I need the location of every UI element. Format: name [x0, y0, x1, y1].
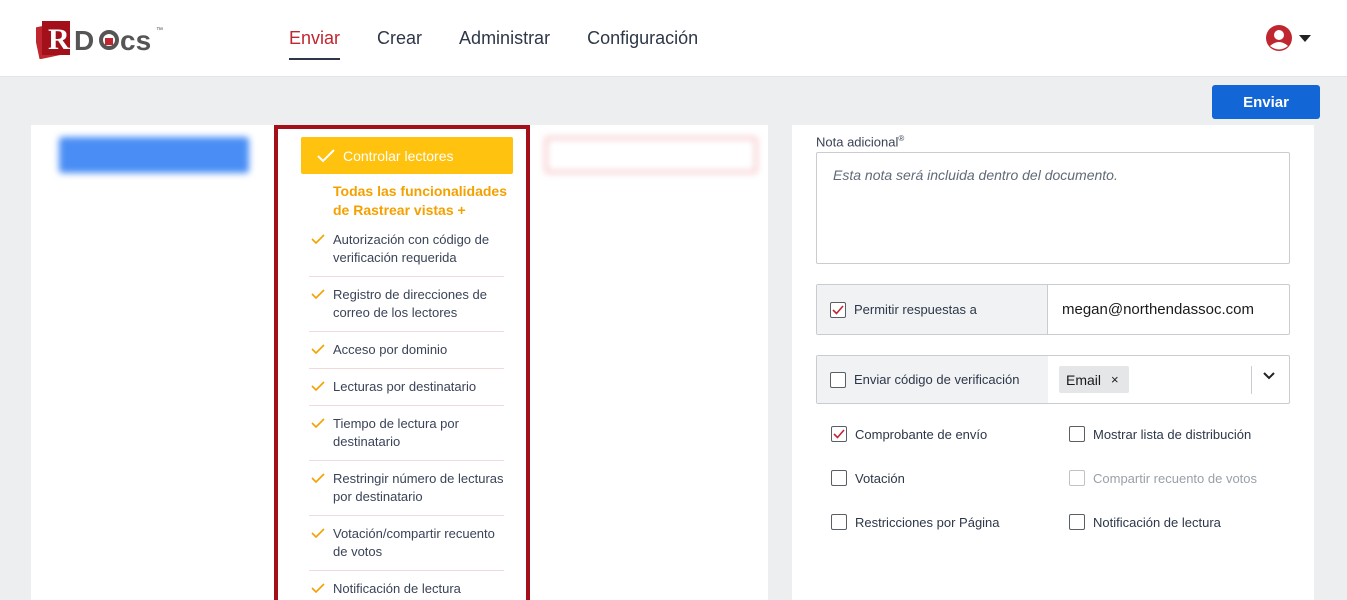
option-label: Mostrar lista de distribución	[1093, 426, 1252, 442]
compartir-recuento-checkbox	[1069, 470, 1085, 486]
check-icon	[311, 344, 325, 355]
top-navigation-bar: R D cs ™ Enviar Crear Administrar Config…	[0, 0, 1347, 77]
plan-left-feature	[59, 231, 249, 247]
reply-to-checkbox[interactable]	[830, 301, 846, 318]
feature-item: Tiempo de lectura por destinatario	[309, 406, 504, 461]
option-notificacion-lectura[interactable]: Notificación de lectura	[1069, 514, 1221, 530]
feature-item: Autorización con código de verificación …	[309, 222, 504, 277]
feature-item: Restringir número de lecturas por destin…	[309, 461, 504, 516]
feature-label: Tiempo de lectura por destinatario	[333, 416, 459, 449]
plan-right-header	[545, 137, 757, 173]
plan-left-header	[59, 137, 249, 173]
option-compartir-recuento: Compartir recuento de votos	[1069, 470, 1257, 486]
plan-left-feature	[59, 342, 249, 358]
feature-label: Lecturas por destinatario	[333, 379, 477, 394]
plan-subtitle: Todas las funcionalidades de Rastrear vi…	[333, 183, 508, 218]
note-label-text: Nota adicional	[816, 134, 899, 150]
svg-text:cs: cs	[120, 25, 151, 56]
check-icon	[311, 418, 325, 429]
dropdown-divider	[1251, 366, 1252, 394]
main-nav: Enviar Crear Administrar Configuración	[289, 28, 735, 60]
option-restricciones-pagina[interactable]: Restricciones por Página	[831, 514, 1000, 530]
nav-configuracion[interactable]: Configuración	[587, 28, 698, 60]
check-icon	[832, 304, 844, 315]
plan-left-feature	[59, 379, 249, 395]
feature-label: Registro de direcciones de correo de los…	[333, 287, 487, 320]
send-button[interactable]: Enviar	[1212, 85, 1320, 119]
feature-item: Acceso por dominio	[309, 332, 504, 369]
plan-left-feature	[59, 268, 249, 284]
option-mostrar-lista[interactable]: Mostrar lista de distribución	[1069, 426, 1251, 442]
option-label: Compartir recuento de votos	[1093, 470, 1258, 486]
nav-administrar[interactable]: Administrar	[459, 28, 550, 60]
feature-label: Notificación de lectura	[333, 581, 461, 596]
option-votacion[interactable]: Votación	[831, 470, 905, 486]
feature-item: Votación/compartir recuento de votos	[309, 516, 504, 571]
check-icon	[317, 148, 335, 162]
votacion-checkbox[interactable]	[831, 470, 847, 486]
reply-to-toggle[interactable]: Permitir respuestas a	[817, 285, 1048, 334]
feature-label: Autorización con código de verificación …	[333, 232, 490, 265]
option-label: Notificación de lectura	[1093, 514, 1221, 530]
reply-email-input[interactable]: megan@northendassoc.com	[1048, 285, 1254, 334]
restricciones-pagina-checkbox[interactable]	[831, 514, 847, 530]
svg-text:R: R	[48, 23, 70, 56]
nav-enviar[interactable]: Enviar	[289, 28, 341, 60]
svg-text:™: ™	[156, 27, 163, 34]
feature-item: Notificación de lectura	[309, 571, 504, 600]
feature-label: Restringir número de lecturas por destin…	[333, 471, 504, 504]
check-icon	[311, 234, 325, 245]
plan-left-feature	[59, 194, 249, 210]
check-icon	[311, 289, 325, 300]
chevron-down-icon	[1299, 34, 1311, 42]
option-label: Restricciones por Página	[855, 514, 1000, 530]
svg-text:D: D	[74, 25, 94, 56]
plan-left-blurred	[59, 137, 249, 395]
option-label: Comprobante de envío	[855, 426, 988, 442]
feature-item: Registro de direcciones de correo de los…	[309, 277, 504, 332]
plan-title: Controlar lectores	[343, 147, 454, 164]
chip-label: Email	[1066, 371, 1102, 388]
note-label: Nota adicional®	[816, 134, 904, 149]
comprobante-envio-checkbox[interactable]	[831, 426, 847, 442]
check-icon	[311, 473, 325, 484]
info-icon[interactable]: ®	[898, 134, 904, 143]
note-textarea[interactable]: Esta nota será incluida dentro del docum…	[816, 152, 1290, 264]
verification-toggle[interactable]: Enviar código de verificación	[817, 356, 1048, 403]
feature-label: Votación/compartir recuento de votos	[333, 526, 495, 559]
check-icon	[311, 528, 325, 539]
feature-list: Autorización con código de verificación …	[309, 222, 504, 600]
chip-remove-icon[interactable]: ×	[1111, 372, 1119, 387]
reply-to-group: Permitir respuestas a megan@northendasso…	[816, 284, 1290, 335]
feature-item: Lecturas por destinatario	[309, 369, 504, 406]
rdocs-logo[interactable]: R D cs ™	[36, 19, 182, 59]
verification-checkbox[interactable]	[830, 371, 846, 388]
verification-code-group: Enviar código de verificación Email ×	[816, 355, 1290, 404]
user-menu[interactable]	[1265, 24, 1311, 52]
chevron-down-icon[interactable]	[1262, 371, 1276, 381]
verification-method-chip: Email ×	[1059, 366, 1129, 393]
user-circle-icon	[1266, 25, 1292, 51]
mostrar-lista-checkbox[interactable]	[1069, 426, 1085, 442]
check-icon	[311, 583, 325, 594]
option-comprobante-envio[interactable]: Comprobante de envío	[831, 426, 987, 442]
nav-crear[interactable]: Crear	[377, 28, 422, 60]
plan-controlar-lectores-header[interactable]: Controlar lectores	[301, 137, 513, 174]
verification-label: Enviar código de verificación	[854, 372, 1020, 387]
option-label: Votación	[855, 470, 905, 486]
notificacion-lectura-checkbox[interactable]	[1069, 514, 1085, 530]
plan-left-feature	[59, 305, 249, 321]
plan-right-blurred	[545, 137, 757, 187]
feature-label: Acceso por dominio	[333, 342, 448, 357]
check-icon	[311, 381, 325, 392]
check-icon	[833, 429, 845, 439]
reply-to-label: Permitir respuestas a	[854, 302, 977, 317]
